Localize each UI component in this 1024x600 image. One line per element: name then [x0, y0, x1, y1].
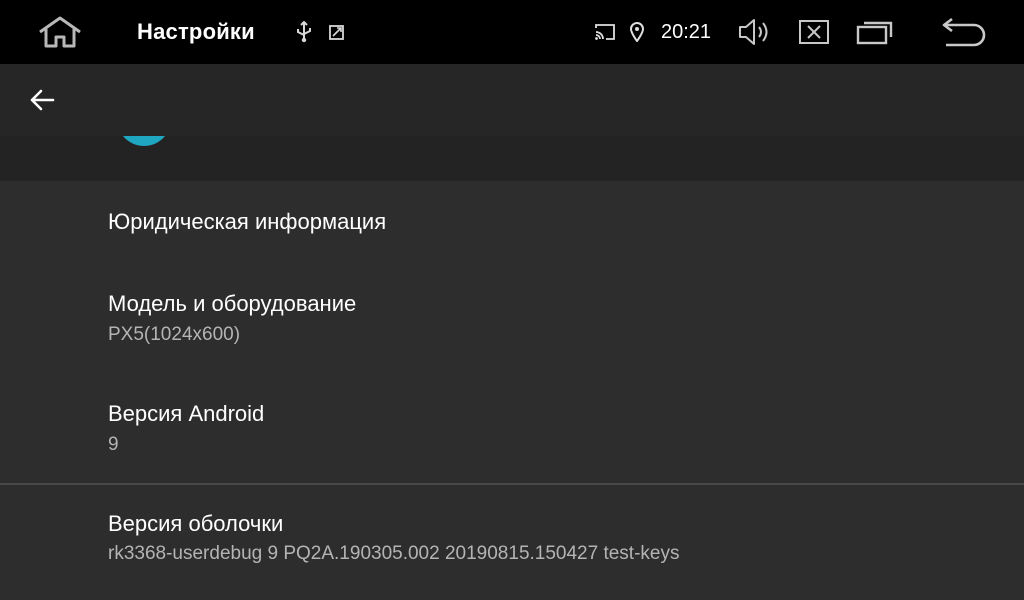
close-app-icon[interactable]	[798, 0, 830, 64]
app-bar	[0, 64, 1024, 136]
list-item-subtitle: PX5(1024x600)	[108, 324, 241, 345]
list-item-model[interactable]: Модель и оборудование PX5(1024x600)	[0, 263, 1024, 373]
list-item-subtitle: rk3368-userdebug 9 PQ2A.190305.002 20190…	[108, 543, 680, 564]
usb-icon	[296, 0, 312, 64]
screenshot-icon	[328, 0, 346, 64]
settings-list: Юридическая информация Модель и оборудов…	[0, 181, 1024, 600]
list-item-subtitle: 9	[108, 434, 119, 455]
device-avatar-icon	[117, 136, 171, 146]
recent-apps-icon[interactable]	[856, 0, 894, 64]
list-item-title: Версия Android	[108, 401, 265, 426]
arrow-left-icon[interactable]	[20, 78, 64, 122]
list-item-android-version[interactable]: Версия Android 9	[0, 373, 1024, 483]
cast-icon	[594, 0, 616, 64]
list-item-shell-version[interactable]: Версия оболочки rk3368-userdebug 9 PQ2A.…	[0, 485, 1024, 600]
list-item-title: Версия оболочки	[108, 511, 284, 536]
back-nav-icon[interactable]	[940, 0, 988, 64]
screen-title: Настройки	[137, 19, 255, 44]
volume-icon[interactable]	[737, 0, 771, 64]
header-strip	[0, 136, 1024, 181]
status-bar: Настройки 20:21	[0, 0, 1024, 64]
location-icon	[629, 0, 645, 64]
home-icon[interactable]	[36, 0, 84, 64]
clock: 20:21	[661, 20, 712, 43]
list-item-title: Юридическая информация	[108, 209, 387, 234]
list-item-title: Модель и оборудование	[108, 291, 357, 316]
list-item-legal[interactable]: Юридическая информация	[0, 181, 1024, 263]
